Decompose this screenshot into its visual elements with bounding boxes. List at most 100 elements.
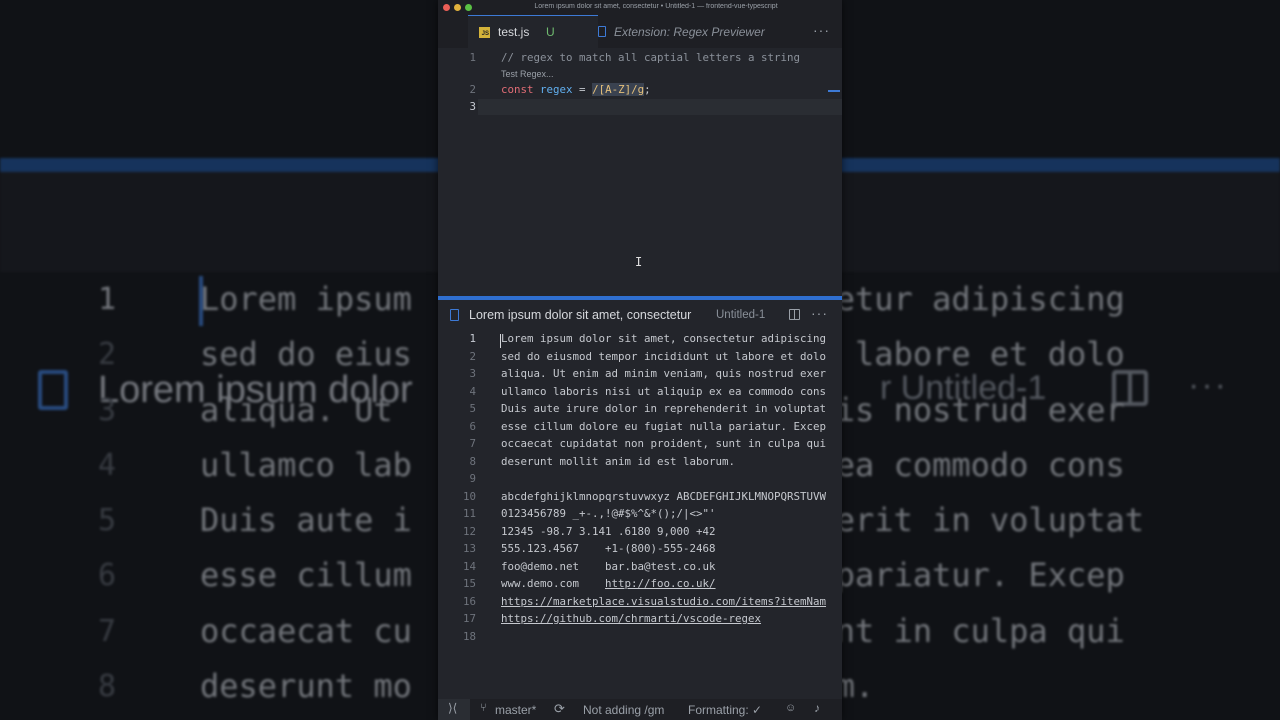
line-number: 18 [462, 629, 476, 643]
preview-line: 14 foo@demo.net bar.ba@test.co.uk [438, 560, 842, 578]
line-number: 1 [469, 51, 476, 64]
preview-line: 2 sed do eiusmod tempor incididunt ut lab… [438, 350, 842, 368]
line-text: occaecat cupidatat non proident, sunt in… [501, 437, 827, 450]
background-line-number: 1 [98, 282, 117, 317]
line-text: aliqua. Ut enim ad minim veniam, quis no… [501, 367, 827, 380]
preview-line: 12 12345 -98.7 3.141 .6180 9,000 +42 [438, 525, 842, 543]
line-number: 17 [462, 612, 476, 625]
line-text: 0123456789 _+-.,!@#$%^&*();/|<>"' [501, 507, 716, 520]
split-editor-icon[interactable] [789, 309, 800, 320]
line-text: ullamco laboris nisi ut aliquip ex ea co… [501, 384, 827, 398]
background-line-number: 2 [98, 337, 117, 373]
line-text: Lorem ipsum dolor sit amet, consectetur … [501, 332, 827, 345]
sync-icon[interactable]: ⟳ [554, 701, 565, 717]
line-number: 13 [462, 542, 476, 555]
preview-line: 16 https://marketplace.visualstudio.com/i… [438, 595, 842, 613]
preview-line: 4 ullamco laboris nisi ut aliquip ex ea c… [438, 385, 842, 403]
background-line-number: 6 [98, 558, 117, 594]
line-text: deserunt mollit anim id est laborum. [501, 454, 736, 468]
line-text: 12345 -98.7 3.141 .6180 9,000 +42 [501, 524, 716, 538]
tab-test-js[interactable]: JS test.js U [468, 15, 598, 48]
preview-line: 6 esse cillum dolore eu fugiat nulla pari… [438, 420, 842, 438]
tab-regex-previewer[interactable]: Extension: Regex Previewer [598, 15, 794, 48]
background-line-number: 7 [98, 613, 117, 649]
line-number: 6 [469, 419, 476, 433]
line-text: www.demo.com http://foo.co.uk/ [501, 577, 716, 590]
js-file-icon: JS [479, 27, 490, 38]
regex-literal: /[A-Z]/g [592, 83, 645, 96]
line-number: 14 [462, 559, 476, 573]
background-line-number: 4 [98, 447, 117, 483]
link[interactable]: https://marketplace.visualstudio.com/ite… [501, 595, 826, 608]
preview-line: 15 www.demo.com http://foo.co.uk/ [438, 577, 842, 595]
preview-line: 10 abcdefghijklmnopqrstuvwxyz ABCDEFGHIJK… [438, 490, 842, 508]
line-number: 3 [469, 100, 476, 113]
preview-line: 17 https://github.com/chrmarti/vscode-reg… [438, 612, 842, 630]
tab-label: Extension: Regex Previewer [614, 25, 765, 39]
test-js-editor[interactable]: 1 // regex to match all captial letters … [438, 48, 842, 296]
feedback-icon[interactable]: ☺ [785, 702, 796, 714]
formatting-status[interactable]: Formatting: ✓ [688, 703, 762, 717]
preview-editor[interactable]: 1 Lorem ipsum dolor sit amet, consectetur… [438, 332, 842, 692]
remote-indicator[interactable]: ⟩⟨ [438, 699, 470, 720]
preview-title: Lorem ipsum dolor sit amet, consectetur [469, 308, 692, 322]
preview-line: 13 555.123.4567 +1-(800)-555-2468 [438, 542, 842, 560]
plain-text: www.demo.com [501, 577, 606, 590]
untracked-badge: U [546, 25, 555, 39]
line-number: 2 [469, 83, 476, 96]
line-number: 16 [462, 594, 476, 608]
background-line-number: 3 [98, 392, 117, 428]
line-number: 4 [469, 384, 476, 398]
bell-icon[interactable]: ♪ [814, 701, 820, 715]
line-number: 2 [469, 349, 476, 363]
file-icon [450, 309, 459, 321]
regex-status[interactable]: Not adding /gm [583, 703, 664, 717]
text-cursor-icon: I [635, 255, 643, 269]
maximize-window-button[interactable] [465, 4, 472, 11]
git-branch[interactable]: master* [495, 703, 536, 717]
preview-line: 9 [438, 472, 842, 490]
tab-label: test.js [498, 25, 530, 39]
link[interactable]: http://foo.co.uk/ [605, 577, 716, 590]
line-number: 7 [469, 437, 476, 450]
more-actions-icon[interactable]: ··· [811, 305, 828, 321]
status-bar: ⟩⟨ ⑂ master* ⟳ Not adding /gm Formatting… [438, 699, 842, 720]
window-title: Lorem ipsum dolor sit amet, consectetur … [534, 3, 778, 10]
line-text: Duis aute irure dolor in reprehenderit i… [501, 402, 827, 415]
git-branch-icon: ⑂ [480, 702, 487, 714]
preview-line: 1 Lorem ipsum dolor sit amet, consectetur… [438, 332, 842, 350]
operator-equals: = [572, 83, 593, 96]
line-number: 8 [469, 454, 476, 468]
line-number: 9 [469, 472, 476, 485]
line-number: 5 [469, 402, 476, 415]
remote-icon: ⟩⟨ [448, 701, 458, 715]
line-number: 12 [462, 524, 476, 538]
line-text: foo@demo.net bar.ba@test.co.uk [501, 559, 716, 573]
line-text: 555.123.4567 +1-(800)-555-2468 [501, 542, 716, 555]
code-text: const regex = /[A-Z]/g; [501, 83, 651, 96]
preview-pane-header: Lorem ipsum dolor sit amet, consectetur … [438, 300, 842, 330]
line-text: esse cillum dolore eu fugiat nulla paria… [501, 419, 827, 433]
background-cursor [199, 276, 203, 326]
editor-window: Lorem ipsum dolor sit amet, consectetur … [438, 0, 842, 720]
preview-line: 8 deserunt mollit anim id est laborum. [438, 455, 842, 473]
tab-bar: JS test.js U Extension: Regex Previewer … [438, 15, 842, 48]
close-window-button[interactable] [443, 4, 450, 11]
preview-line: 18 [438, 630, 842, 648]
preview-line: 7 occaecat cupidatat non proident, sunt i… [438, 437, 842, 455]
test-regex-codelens[interactable]: Test Regex... [501, 69, 554, 79]
line-text: abcdefghijklmnopqrstuvwxyz ABCDEFGHIJKLM… [501, 489, 827, 503]
keyword-const: const [501, 83, 534, 96]
more-actions-icon[interactable]: ··· [813, 22, 830, 38]
code-line: 1 // regex to match all captial letters … [438, 51, 842, 69]
preview-line: 5 Duis aute irure dolor in reprehenderit … [438, 402, 842, 420]
identifier-regex: regex [540, 83, 573, 96]
minimize-window-button[interactable] [454, 4, 461, 11]
line-number: 15 [462, 577, 476, 590]
semicolon: ; [644, 83, 651, 96]
link[interactable]: https://github.com/chrmarti/vscode-regex [501, 612, 761, 625]
preview-line: 11 0123456789 _+-.,!@#$%^&*();/|<>"' [438, 507, 842, 525]
code-line: 2 const regex = /[A-Z]/g; [438, 83, 842, 101]
line-number: 10 [462, 489, 476, 503]
line-number: 3 [469, 367, 476, 380]
